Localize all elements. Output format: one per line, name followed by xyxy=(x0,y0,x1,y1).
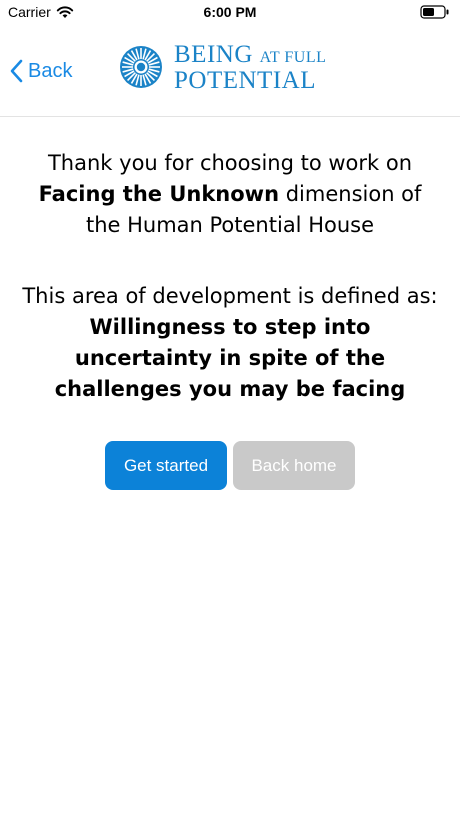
intro-before: Thank you for choosing to work on xyxy=(47,151,412,175)
status-bar: Carrier 6:00 PM xyxy=(0,0,460,26)
logo-wordmark: BEING AT FULL POTENTIAL xyxy=(174,42,326,93)
definition-text: Willingness to step into uncertainty in … xyxy=(54,315,406,401)
chevron-left-icon xyxy=(10,59,23,83)
battery-icon xyxy=(420,5,449,19)
intro-text: Thank you for choosing to work on Facing… xyxy=(20,148,440,241)
get-started-button[interactable]: Get started xyxy=(105,441,227,490)
starburst-logo-icon xyxy=(120,46,162,88)
action-buttons: Get started Back home xyxy=(0,441,460,490)
back-home-button[interactable]: Back home xyxy=(233,441,355,490)
dimension-name: Facing the Unknown xyxy=(38,182,280,206)
logo-potential: POTENTIAL xyxy=(174,66,316,94)
logo-being: BEING xyxy=(174,40,253,68)
status-time: 6:00 PM xyxy=(203,4,257,20)
logo-at-full: AT FULL xyxy=(259,48,327,66)
logo: BEING AT FULL POTENTIAL xyxy=(118,42,326,93)
back-label: Back xyxy=(28,59,73,82)
navigation-bar: Back BEING AT FULL POTENTIAL xyxy=(0,26,460,117)
main-content: Thank you for choosing to work on Facing… xyxy=(0,148,460,405)
definition-label: This area of development is defined as: xyxy=(22,284,438,308)
back-button[interactable]: Back xyxy=(10,56,72,86)
